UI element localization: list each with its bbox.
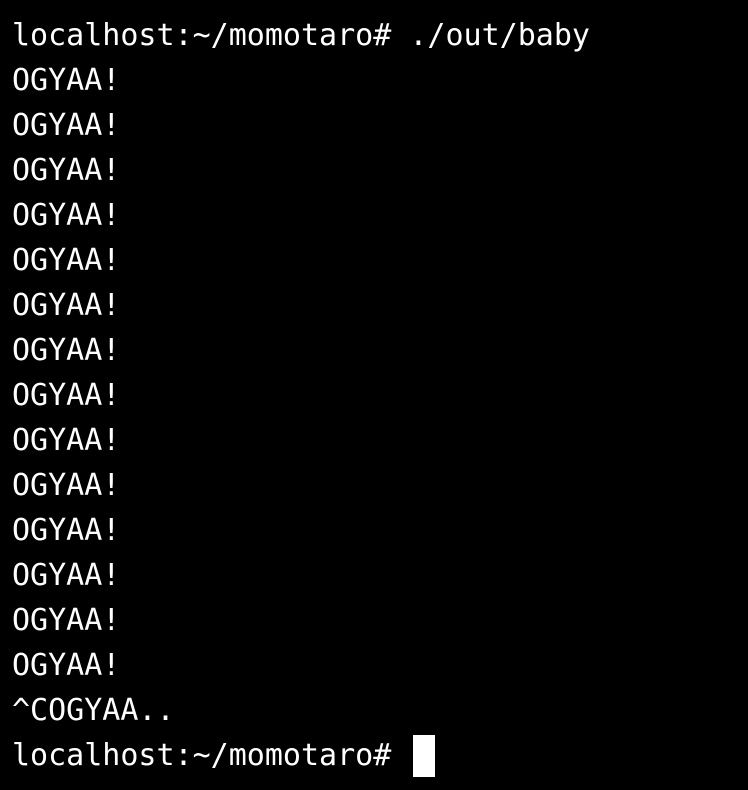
output-line: OGYAA! [12,153,121,188]
output-line: OGYAA! [12,108,121,143]
shell-prompt: localhost:~/momotaro# [12,738,392,773]
output-line: OGYAA! [12,198,121,233]
output-line: OGYAA! [12,288,121,323]
active-prompt-line[interactable]: localhost:~/momotaro# [12,733,748,778]
output-line: OGYAA! [12,243,121,278]
terminal-window[interactable]: localhost:~/momotaro# ./out/baby OGYAA! … [0,0,748,790]
output-line: OGYAA! [12,423,121,458]
output-line: OGYAA! [12,63,121,98]
output-list: OGYAA! OGYAA! OGYAA! OGYAA! OGYAA! OGYAA… [12,58,748,688]
output-line: OGYAA! [12,333,121,368]
command-line: localhost:~/momotaro# ./out/baby [12,13,748,58]
output-line: OGYAA! [12,648,121,683]
command-text: ./out/baby [409,18,590,53]
output-line: OGYAA! [12,603,121,638]
interrupt-line: ^COGYAA.. [12,693,175,728]
shell-prompt: localhost:~/momotaro# [12,18,392,53]
text-cursor [413,734,436,777]
output-line: OGYAA! [12,513,121,548]
output-line: OGYAA! [12,558,121,593]
output-line: OGYAA! [12,378,121,413]
output-line: OGYAA! [12,468,121,503]
